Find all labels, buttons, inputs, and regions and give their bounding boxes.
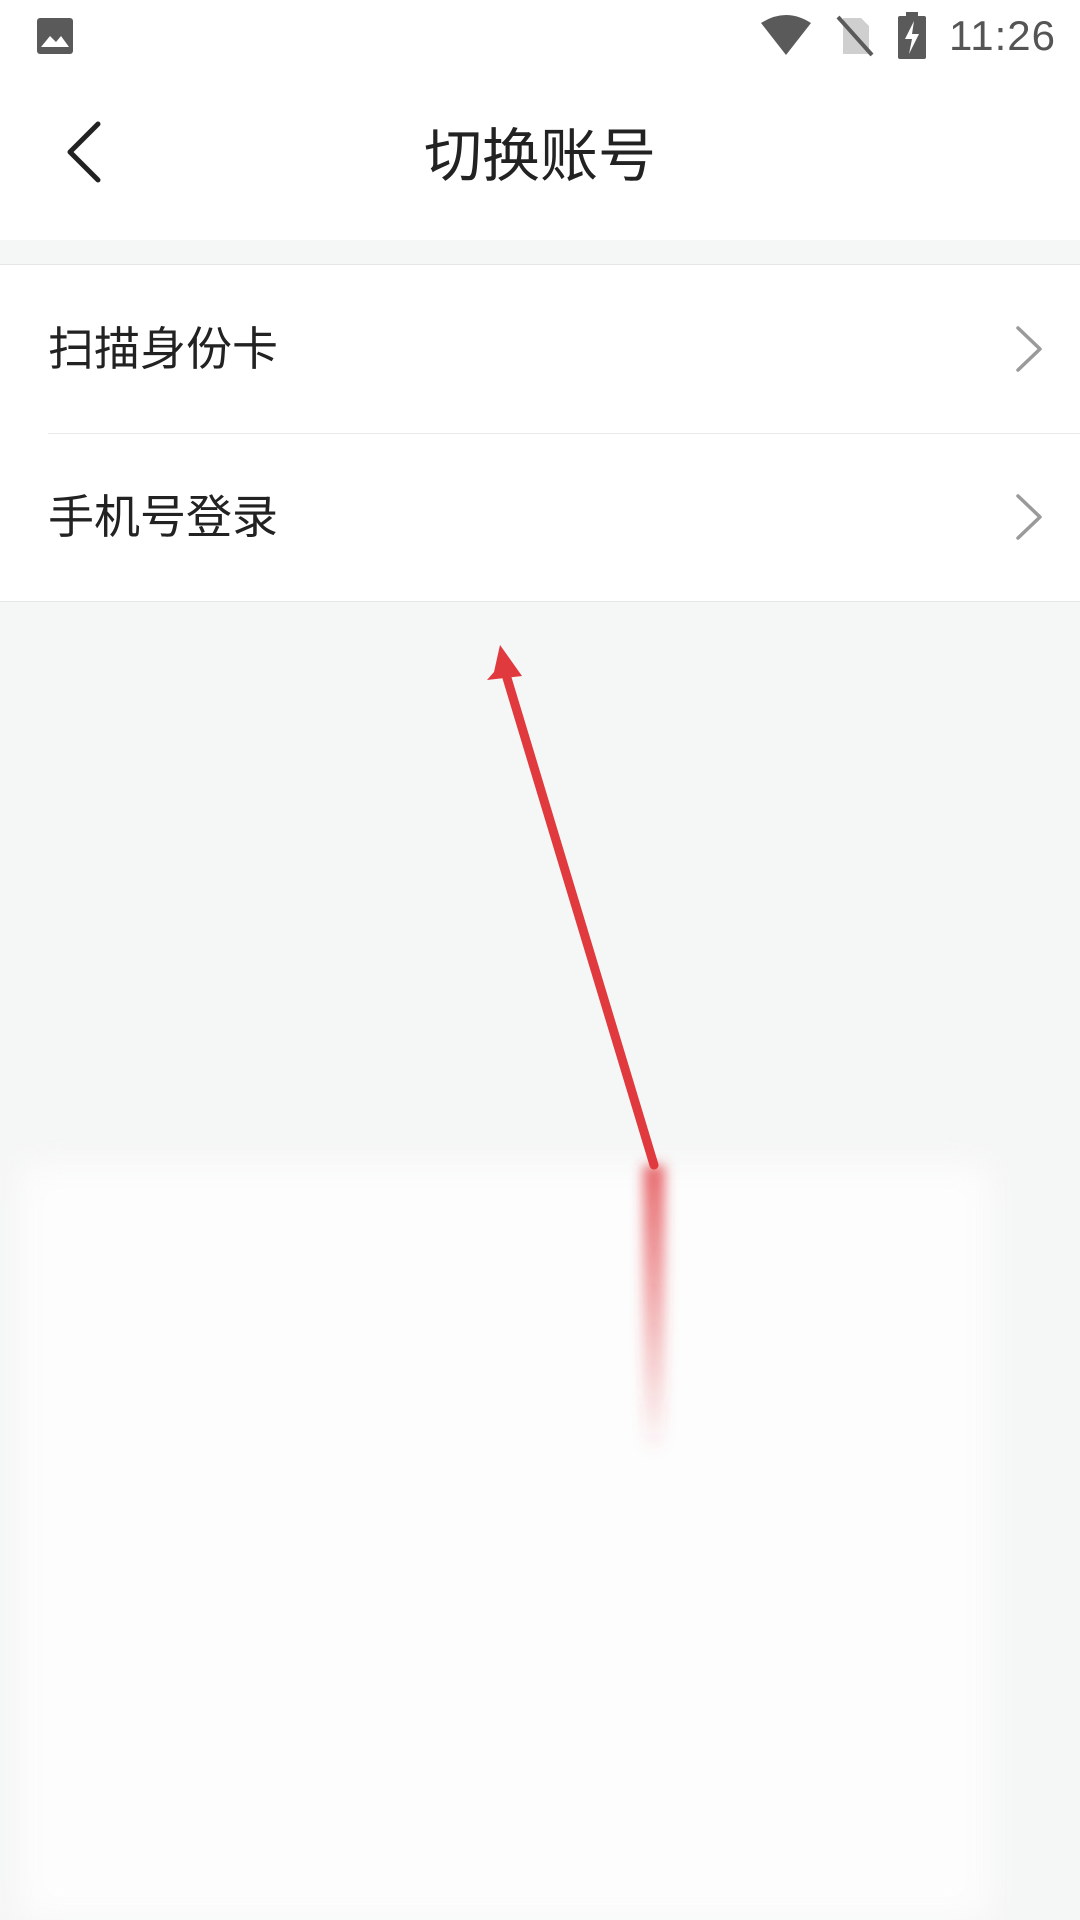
back-button[interactable]	[44, 112, 124, 192]
chevron-left-icon	[67, 121, 101, 183]
list-item-label: 手机号登录	[48, 490, 278, 544]
status-icons: 11:26	[737, 8, 1056, 64]
page-title: 切换账号	[423, 122, 656, 190]
list-item-scan-id-card[interactable]: 扫描身份卡	[0, 265, 1080, 433]
blurred-content-area	[20, 1165, 990, 1920]
battery-charging-icon	[898, 12, 926, 59]
gallery-icon	[37, 18, 73, 54]
list-item-label: 扫描身份卡	[48, 322, 278, 376]
chevron-right-icon	[1016, 494, 1042, 540]
no-sim-icon	[836, 15, 874, 57]
chevron-right-icon	[1016, 326, 1042, 372]
arrow-head	[487, 645, 522, 680]
status-time: 11:26	[949, 12, 1056, 59]
list-item-phone-login[interactable]: 手机号登录	[0, 433, 1080, 601]
arrow-shaft	[499, 663, 659, 1170]
app-header: 切换账号	[0, 72, 1080, 240]
status-bar: 11:26	[0, 0, 1080, 72]
account-options-list: 扫描身份卡 手机号登录	[0, 264, 1080, 602]
wifi-icon	[761, 15, 811, 55]
